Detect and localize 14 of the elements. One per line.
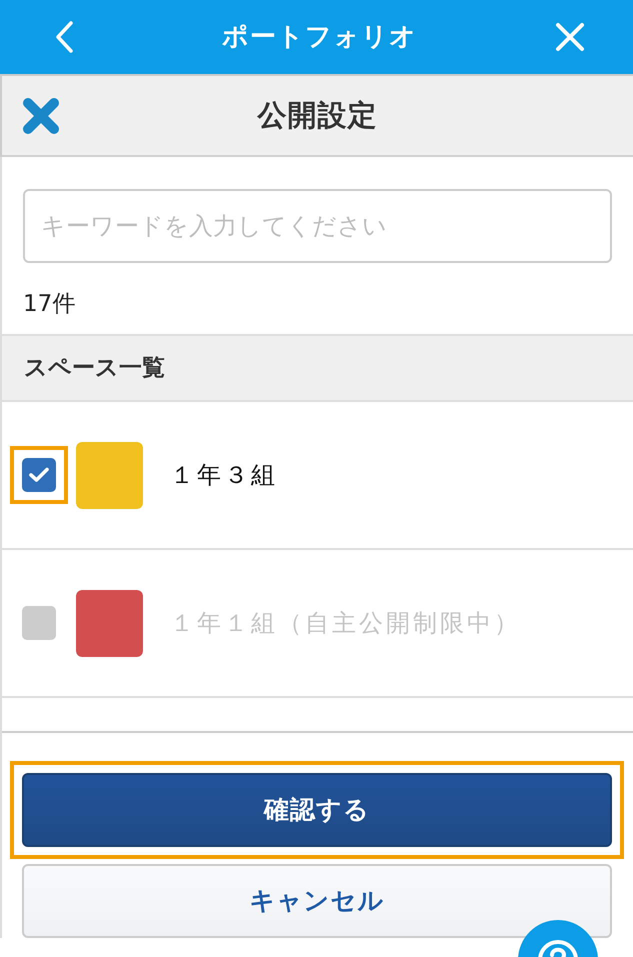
search-field[interactable]: キーワードを入力してください <box>23 189 612 263</box>
check-icon <box>29 467 49 483</box>
page-title: ポートフォリオ <box>222 20 417 54</box>
cancel-button[interactable]: キャンセル <box>22 864 612 938</box>
dialog-title: 公開設定 <box>258 96 378 134</box>
space-name: １年１組（自主公開制限中） <box>170 608 521 639</box>
checkbox[interactable] <box>22 458 56 492</box>
close-icon[interactable] <box>22 96 60 134</box>
section-header: スペース一覧 <box>2 336 633 402</box>
help-button[interactable] <box>518 920 598 957</box>
result-count: 17件 <box>23 290 76 319</box>
confirm-button[interactable]: 確認する <box>22 773 612 847</box>
space-name: １年３組 <box>170 460 278 491</box>
chevron-left-icon[interactable] <box>54 20 74 54</box>
